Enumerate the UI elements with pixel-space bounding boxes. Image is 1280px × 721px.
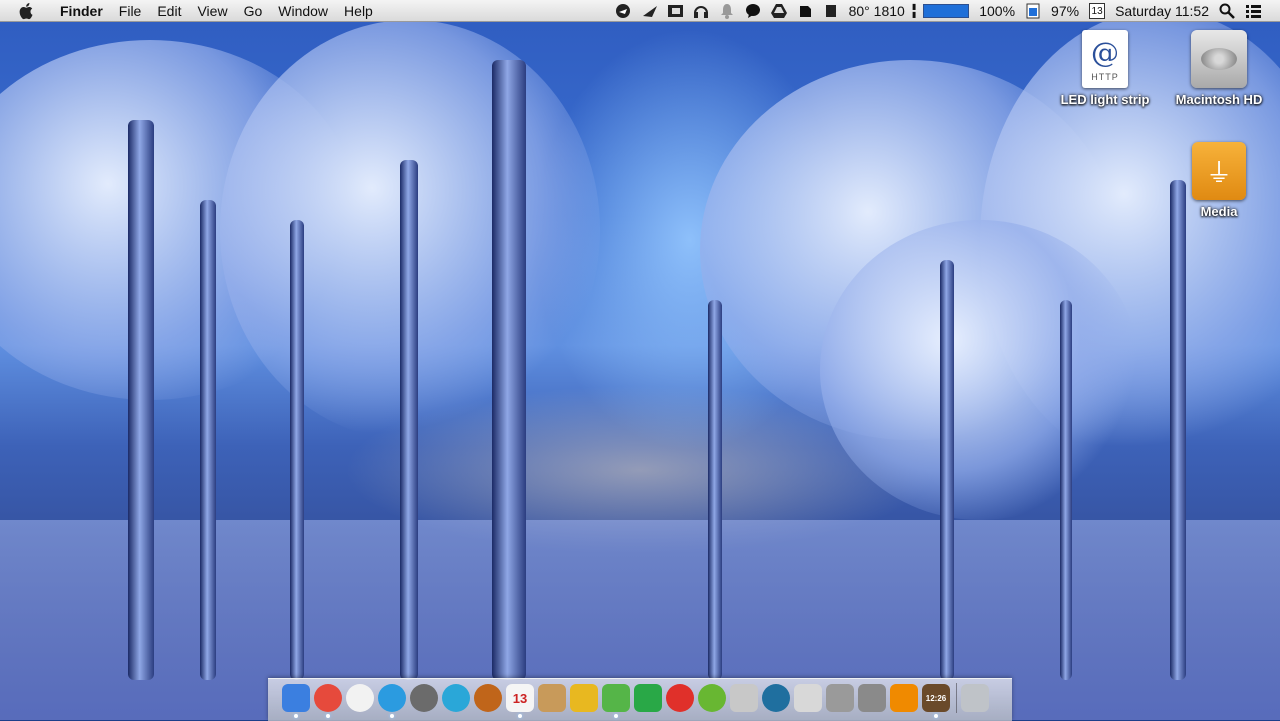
app-menu-finder[interactable]: Finder [52, 0, 111, 22]
rocket-icon[interactable] [641, 3, 657, 19]
clock[interactable]: Saturday 11:52 [1115, 0, 1209, 22]
hard-drive-icon [1191, 30, 1247, 88]
dock-contacts-icon[interactable] [538, 684, 566, 712]
desktop-icon-macintosh-hd[interactable]: Macintosh HD [1164, 30, 1274, 107]
at-symbol: @ [1091, 36, 1119, 69]
menu-bar: Finder File Edit View Go Window Help 80°… [0, 0, 1280, 22]
memory-percent[interactable]: 97% [1051, 0, 1079, 22]
running-indicator [294, 714, 298, 718]
dock-chrome-icon[interactable] [314, 684, 342, 718]
dock-evernote-icon[interactable] [602, 684, 630, 718]
usb-drive-icon: ⏚ [1192, 142, 1246, 200]
dock-calculator-icon[interactable] [730, 684, 758, 712]
desktop-icon-label: Macintosh HD [1175, 92, 1263, 107]
running-indicator [390, 714, 394, 718]
desktop-icon-media[interactable]: ⏚ Media [1164, 142, 1274, 219]
dock-podcast-icon[interactable] [666, 684, 694, 712]
dock-utorrent-icon[interactable] [698, 684, 726, 712]
dock-safari-icon[interactable] [378, 684, 406, 718]
headphones-icon[interactable] [693, 3, 709, 19]
memory-icon[interactable] [1025, 3, 1041, 19]
running-indicator [614, 714, 618, 718]
dock-xquartz-icon[interactable] [762, 684, 790, 712]
spotlight-search-icon[interactable] [1219, 3, 1235, 19]
chat-bubble-icon[interactable] [745, 3, 761, 19]
dock-vlc-icon[interactable] [890, 684, 918, 712]
apple-menu-icon[interactable] [16, 2, 38, 20]
calendar-menu-icon[interactable]: 13 [1089, 0, 1106, 22]
battery-level-bar [923, 3, 970, 18]
menu-view[interactable]: View [189, 0, 235, 22]
dock-speaker-icon[interactable] [474, 684, 502, 712]
dock-items: 13 12:26 [282, 683, 993, 718]
network-activity-icon[interactable] [823, 3, 839, 19]
dock-launchpad-icon[interactable] [410, 684, 438, 712]
desktop-icon-label: LED light strip [1060, 92, 1150, 107]
dock-clock-widget-icon[interactable]: 12:26 [922, 684, 950, 718]
dock: 13 12:26 [268, 678, 1012, 721]
running-indicator [934, 714, 938, 718]
running-indicator [326, 714, 330, 718]
evernote-menu-icon[interactable] [797, 3, 813, 19]
notification-bell-icon[interactable] [719, 3, 735, 19]
airplane-icon[interactable] [615, 3, 631, 19]
dock-gmail-icon[interactable] [634, 684, 662, 712]
desktop-icon-label: Media [1200, 204, 1238, 219]
dock-system-info-icon[interactable] [826, 684, 854, 712]
film-icon[interactable] [667, 3, 683, 19]
battery-percent[interactable]: 100% [979, 0, 1015, 22]
menu-file[interactable]: File [111, 0, 150, 22]
weather-readout[interactable]: 80° 1810 [849, 0, 905, 22]
http-file-icon: @ HTTP [1082, 30, 1128, 88]
cpu-meter-icon[interactable]: ▮ ▮ [912, 0, 916, 22]
battery-indicator[interactable] [923, 0, 970, 22]
notification-center-icon[interactable] [1245, 3, 1261, 19]
desktop-wallpaper [0, 0, 1280, 720]
dock-trash-icon[interactable] [961, 684, 989, 712]
dock-opera-icon[interactable] [346, 684, 374, 712]
dock-system-preferences-icon[interactable] [858, 684, 886, 712]
dock-wunderlist-icon[interactable] [570, 684, 598, 712]
desktop-icon-led-light-strip[interactable]: @ HTTP LED light strip [1050, 30, 1160, 107]
running-indicator [518, 714, 522, 718]
dock-separator [956, 683, 957, 713]
calendar-day: 13 [1089, 2, 1106, 19]
file-type-tag: HTTP [1091, 72, 1119, 82]
usb-symbol: ⏚ [1205, 157, 1232, 188]
status-area: 80° 1810 ▮ ▮ 100% 97% 13 Saturday 11:52 [610, 0, 1280, 22]
menu-window[interactable]: Window [270, 0, 336, 22]
menu-edit[interactable]: Edit [149, 0, 189, 22]
menu-help[interactable]: Help [336, 0, 381, 22]
menu-go[interactable]: Go [236, 0, 271, 22]
google-drive-icon[interactable] [770, 3, 787, 19]
dock-itunes-icon[interactable] [442, 684, 470, 712]
dock-finder-icon[interactable] [282, 684, 310, 718]
dock-preview-icon[interactable] [794, 684, 822, 712]
dock-calendar-icon[interactable]: 13 [506, 684, 534, 718]
